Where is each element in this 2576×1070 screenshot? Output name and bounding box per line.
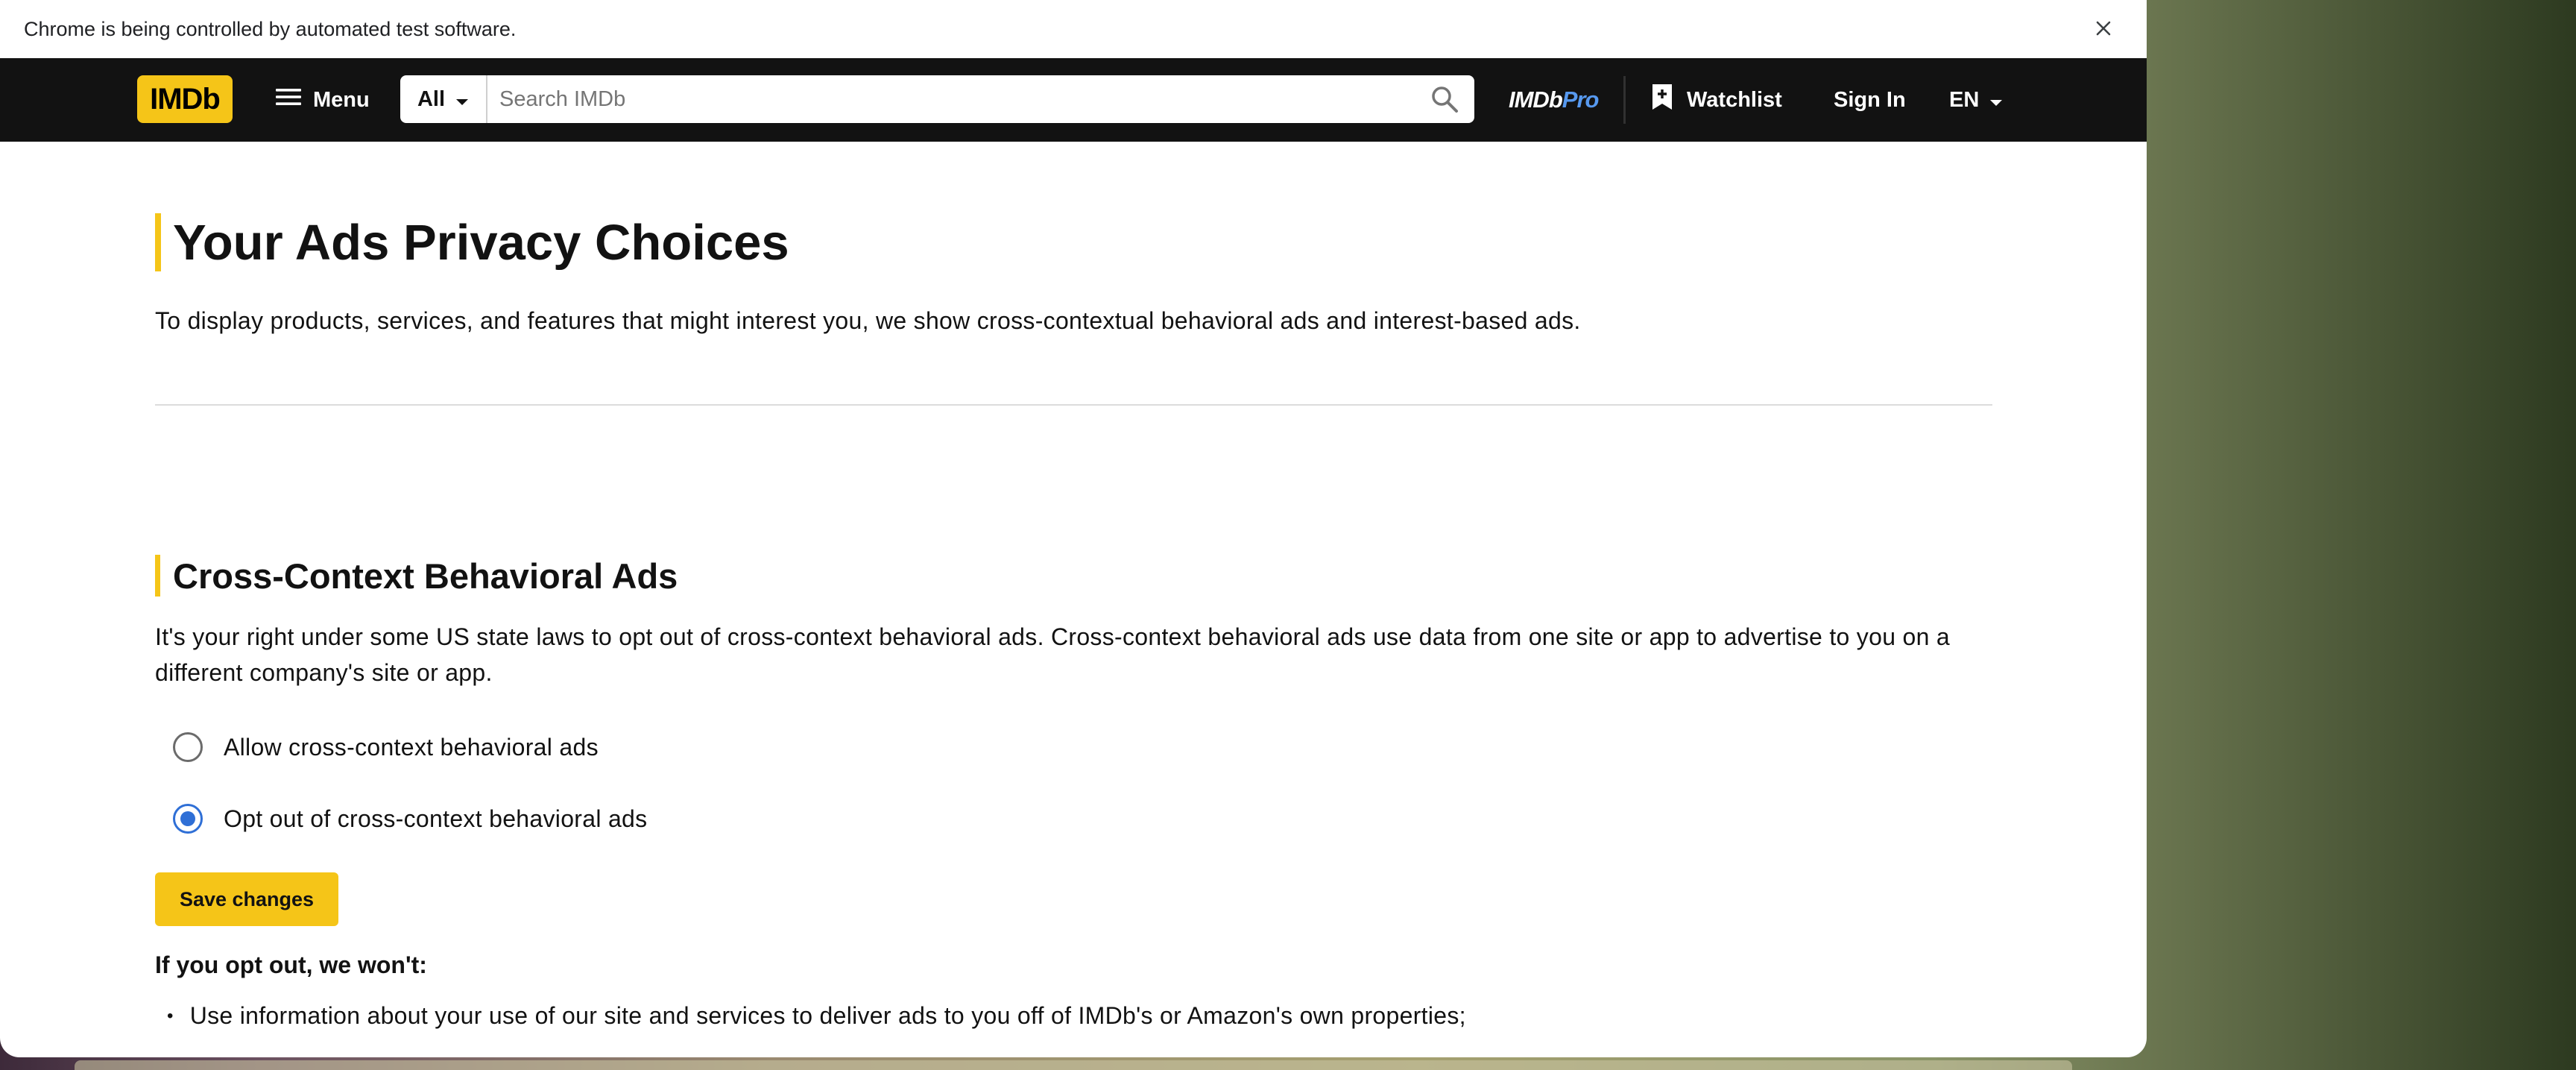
bullet-icon: • bbox=[167, 1005, 174, 1026]
opt-out-option[interactable]: Opt out of cross-context behavioral ads bbox=[173, 798, 647, 840]
language-label: EN bbox=[1949, 87, 1980, 112]
close-icon[interactable] bbox=[2087, 12, 2120, 45]
opt-out-label: Opt out of cross-context behavioral ads bbox=[224, 805, 648, 832]
opt-out-radio[interactable] bbox=[173, 804, 203, 834]
radio-selected-dot bbox=[180, 811, 195, 826]
search-input[interactable] bbox=[487, 75, 1415, 123]
search-category-label: All bbox=[417, 86, 446, 111]
browser-window: Chrome is being controlled by automated … bbox=[0, 0, 2147, 1057]
imdb-logo[interactable]: IMDb bbox=[137, 75, 233, 123]
nav-divider bbox=[1623, 76, 1626, 124]
allow-ads-radio[interactable] bbox=[173, 732, 203, 762]
background-window-edge bbox=[75, 1060, 2072, 1070]
search-category-dropdown[interactable]: All bbox=[400, 75, 487, 123]
caret-down-icon bbox=[455, 87, 469, 112]
page-title: Your Ads Privacy Choices bbox=[155, 213, 789, 271]
divider bbox=[155, 404, 1992, 406]
save-changes-button[interactable]: Save changes bbox=[155, 872, 338, 926]
list-item-text: Use information about your use of our si… bbox=[189, 1002, 1466, 1029]
menu-label: Menu bbox=[313, 87, 370, 112]
automation-infobar: Chrome is being controlled by automated … bbox=[0, 0, 2147, 58]
search-bar: All bbox=[400, 75, 1474, 123]
imdb-navbar: IMDb Menu All IMDbPro bbox=[0, 58, 2147, 142]
search-icon[interactable] bbox=[1415, 75, 1474, 123]
intro-text: To display products, services, and featu… bbox=[155, 307, 1581, 334]
watchlist-label: Watchlist bbox=[1687, 87, 1782, 112]
imdbpro-logo-part2: Pro bbox=[1562, 86, 1600, 113]
sign-in-button[interactable]: Sign In bbox=[1834, 78, 1906, 122]
bookmark-plus-icon bbox=[1651, 83, 1673, 117]
allow-ads-label: Allow cross-context behavioral ads bbox=[224, 733, 599, 761]
automation-message: Chrome is being controlled by automated … bbox=[24, 17, 517, 40]
allow-ads-option[interactable]: Allow cross-context behavioral ads bbox=[173, 726, 599, 768]
watchlist-button[interactable]: Watchlist bbox=[1651, 78, 1782, 122]
imdbpro-logo-part1: IMDb bbox=[1509, 86, 1563, 113]
list-item: • Use information about your use of our … bbox=[167, 1002, 1466, 1030]
imdbpro-link[interactable]: IMDb Pro bbox=[1509, 81, 1600, 119]
optout-heading: If you opt out, we won't: bbox=[155, 951, 427, 978]
caret-down-icon bbox=[1989, 88, 2003, 113]
section-title: Cross-Context Behavioral Ads bbox=[155, 555, 678, 597]
hamburger-icon bbox=[274, 86, 303, 113]
language-dropdown[interactable]: EN bbox=[1949, 78, 2003, 122]
menu-button[interactable]: Menu bbox=[268, 78, 376, 122]
section-paragraph: It's your right under some US state laws… bbox=[155, 623, 1950, 686]
